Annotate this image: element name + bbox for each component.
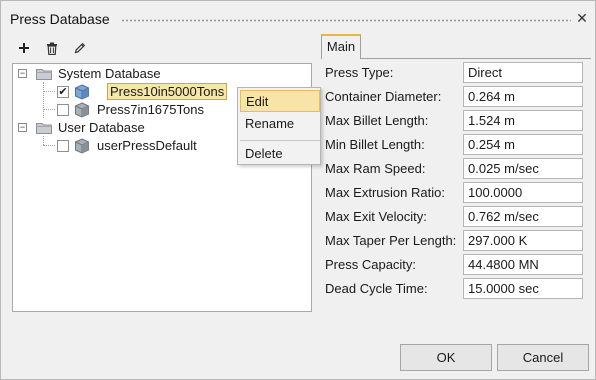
press-type-label: Press Type: xyxy=(325,65,394,80)
folder-icon xyxy=(36,123,52,134)
pencil-icon xyxy=(74,42,86,54)
tab-main[interactable]: Main xyxy=(321,34,361,59)
max-extrusion-ratio-field[interactable]: 100.0000 xyxy=(463,182,583,203)
tree-node-label: userPressDefault xyxy=(97,138,197,153)
close-icon[interactable]: ✕ xyxy=(575,11,589,25)
tab-divider xyxy=(361,58,591,59)
checkbox-checked[interactable]: ✔ xyxy=(57,86,69,98)
context-menu: Edit Rename Delete xyxy=(237,87,321,165)
delete-button[interactable] xyxy=(43,39,61,57)
max-ram-speed-label: Max Ram Speed: xyxy=(325,161,426,176)
max-billet-length-label: Max Billet Length: xyxy=(325,113,429,128)
add-button[interactable] xyxy=(15,39,33,57)
tree-node-system-database[interactable]: − System Database xyxy=(13,65,311,83)
max-exit-velocity-field[interactable]: 0.762 m/sec xyxy=(463,206,583,227)
folder-icon xyxy=(36,69,52,80)
trash-icon xyxy=(47,42,57,55)
max-ram-speed-field[interactable]: 0.025 m/sec xyxy=(463,158,583,179)
edit-button[interactable] xyxy=(71,39,89,57)
collapse-icon[interactable]: − xyxy=(18,69,27,78)
max-extrusion-ratio-label: Max Extrusion Ratio: xyxy=(325,185,445,200)
collapse-icon[interactable]: − xyxy=(18,123,27,132)
press-type-field[interactable]: Direct xyxy=(463,62,583,83)
container-diameter-label: Container Diameter: xyxy=(325,89,442,104)
dead-cycle-time-field[interactable]: 15.0000 sec xyxy=(463,278,583,299)
menu-item-edit[interactable]: Edit xyxy=(240,90,320,112)
checkbox-unchecked[interactable] xyxy=(57,104,69,116)
tree-node-label: Press7in1675Tons xyxy=(97,102,204,117)
menu-separator xyxy=(240,140,320,141)
cube-icon xyxy=(75,102,89,118)
press-database-dialog: Press Database ✕ − System Database ✔ Pre… xyxy=(0,0,596,380)
menu-item-rename[interactable]: Rename xyxy=(240,113,320,135)
tree-node-label: Press10in5000Tons xyxy=(107,83,228,100)
min-billet-length-label: Min Billet Length: xyxy=(325,137,425,152)
window-title: Press Database xyxy=(10,11,110,27)
max-taper-per-length-field[interactable]: 297.000 K xyxy=(463,230,583,251)
tree-node-label: System Database xyxy=(58,66,161,81)
press-capacity-field[interactable]: 44.4800 MN xyxy=(463,254,583,275)
dead-cycle-time-label: Dead Cycle Time: xyxy=(325,281,428,296)
title-drag-grip[interactable] xyxy=(121,19,571,22)
cube-icon xyxy=(75,84,89,100)
container-diameter-field[interactable]: 0.264 m xyxy=(463,86,583,107)
tree-node-label: User Database xyxy=(58,120,145,135)
max-billet-length-field[interactable]: 1.524 m xyxy=(463,110,583,131)
max-exit-velocity-label: Max Exit Velocity: xyxy=(325,209,427,224)
max-taper-per-length-label: Max Taper Per Length: xyxy=(325,233,457,248)
cube-icon xyxy=(75,138,89,154)
menu-item-delete[interactable]: Delete xyxy=(240,143,320,165)
press-capacity-label: Press Capacity: xyxy=(325,257,417,272)
min-billet-length-field[interactable]: 0.254 m xyxy=(463,134,583,155)
checkbox-unchecked[interactable] xyxy=(57,140,69,152)
cancel-button[interactable]: Cancel xyxy=(497,344,589,371)
title-bar[interactable]: Press Database ✕ xyxy=(1,1,595,33)
ok-button[interactable]: OK xyxy=(400,344,492,371)
plus-icon xyxy=(19,43,29,53)
